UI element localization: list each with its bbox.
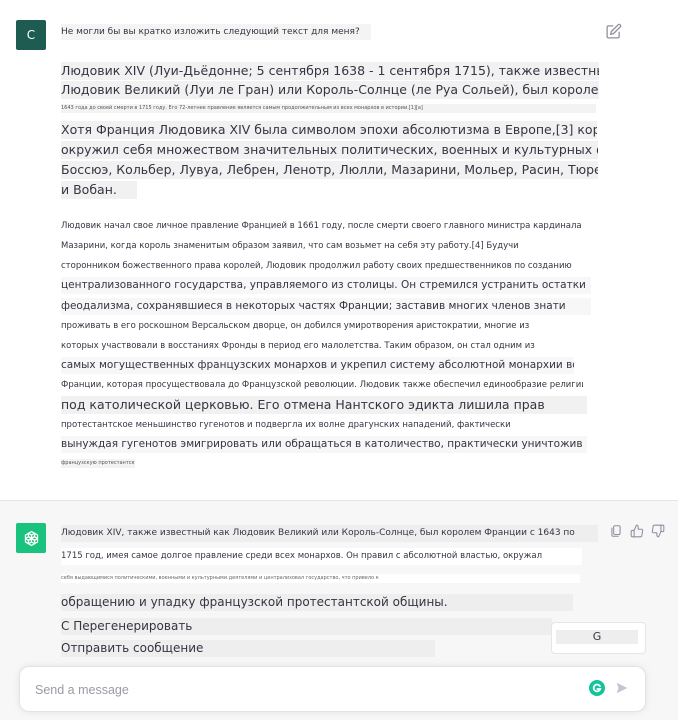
user-text-line: Франции, которая просуществовала до Фран… — [61, 377, 583, 393]
assistant-text-line: себя выдающимися политическими, военными… — [61, 574, 580, 583]
user-text-line: Людовик XIV (Луи-Дьёдонне; 5 сентября 16… — [61, 62, 599, 80]
user-text-line: и Вобан. — [61, 181, 137, 199]
openai-logo-icon — [24, 530, 38, 546]
user-text-line: протестантское меньшинство гугенотов и п… — [61, 417, 587, 433]
user-text-line: феодализма, сохранявшиеся в некоторых ча… — [61, 298, 591, 315]
user-text-line: вынуждая гугенотов эмигрировать или обра… — [61, 436, 587, 453]
user-prompt: Не могли бы вы кратко изложить следующий… — [61, 24, 371, 40]
user-text-line: самых могущественных французских монархо… — [61, 357, 574, 374]
user-text-line: 1643 года до своей смерти в 1715 году. Е… — [61, 104, 596, 113]
user-avatar: C — [16, 20, 46, 50]
thumbs-down-icon[interactable] — [651, 524, 665, 538]
user-text-line: которых участвовали в восстаниях Фронды … — [61, 338, 591, 354]
user-text-line: Людовик Великий (Луи ле Гран) или Король… — [61, 81, 599, 99]
user-text-line: проживать в его роскошном Версальском дв… — [61, 318, 591, 334]
thumbs-up-icon[interactable] — [630, 524, 644, 538]
user-text-line: сторонником божественного права королей,… — [61, 258, 591, 274]
send-icon[interactable] — [615, 681, 629, 695]
user-avatar-letter: C — [26, 28, 36, 42]
message-input[interactable] — [33, 679, 577, 701]
user-text-line: Людовик начал свое личное правление Фран… — [61, 218, 591, 234]
user-text-line: окружил себя множеством значительных пол… — [61, 141, 598, 159]
user-text-line: централизованного государства, управляем… — [61, 277, 591, 294]
user-text-line: французскую протестантскую общину. — [61, 459, 135, 468]
assistant-text-line: Людовик XIV, также известный как Людовик… — [61, 525, 598, 542]
assistant-avatar — [16, 523, 46, 553]
edit-icon[interactable] — [605, 23, 622, 40]
send-text-line: Отправить сообщение — [61, 640, 435, 657]
copy-icon[interactable] — [609, 524, 623, 538]
regenerate-button-label: G — [556, 630, 638, 644]
regenerate-text-line: С Перегенерировать — [61, 618, 552, 635]
message-composer — [19, 666, 646, 712]
user-text-line: Хотя Франция Людовика XIV была символом … — [61, 121, 597, 139]
grammarly-icon[interactable] — [589, 680, 605, 696]
assistant-text-line: 1715 год, имея самое долгое правление ср… — [61, 548, 582, 565]
user-text-line: Боссюэ, Кольбер, Лувуа, Лебрен, Ленотр, … — [61, 161, 598, 179]
user-text-line: под католической церковью. Его отмена На… — [61, 396, 587, 414]
user-text-line: Мазарини, когда король знаменитым образо… — [61, 238, 591, 254]
assistant-text-line: обращению и упадку французской протестан… — [61, 594, 573, 611]
